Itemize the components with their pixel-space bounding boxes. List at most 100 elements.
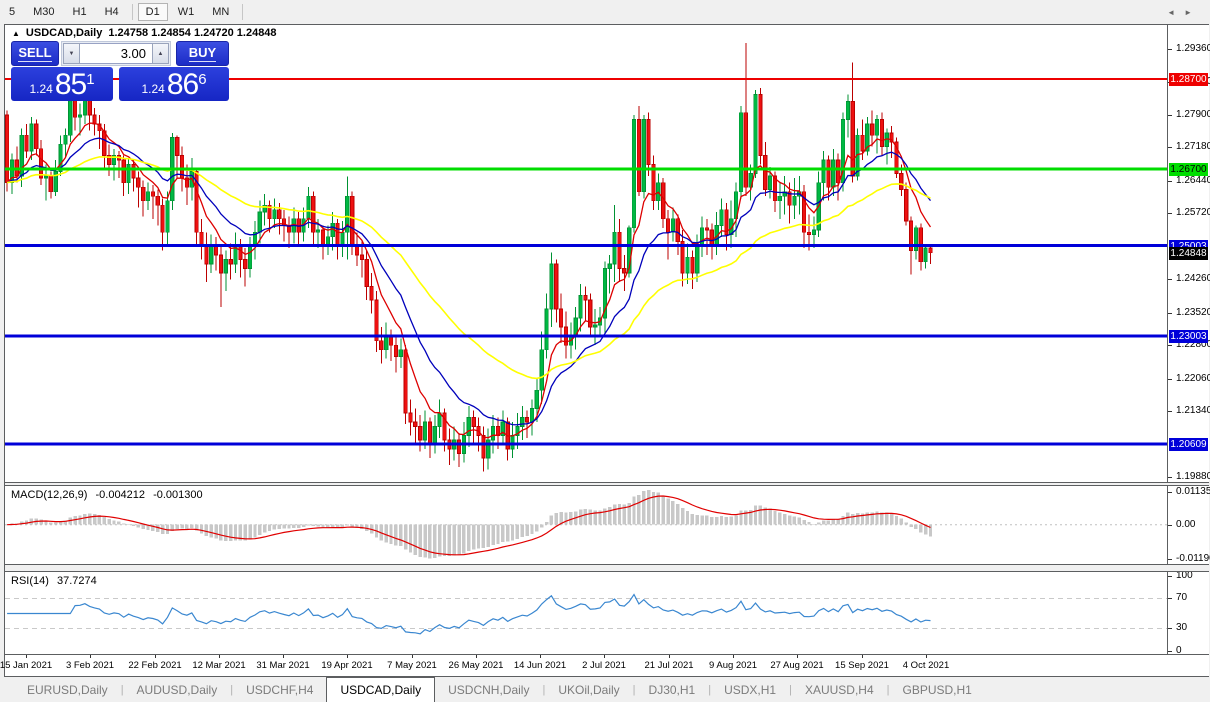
volume-decrease-icon[interactable]: ▼ [63,43,80,64]
macd-histogram-bar [471,524,476,550]
date-tick-mark [90,655,91,658]
tabs-scroll-left-icon[interactable]: ◄ [1167,8,1175,17]
macd-tick-label: -0.011904 [1176,552,1210,564]
scale-tick-mark [1168,147,1172,149]
timeframe-button-h1[interactable]: H1 [65,3,95,21]
candle-body [48,175,53,193]
tab-xauusd-h4[interactable]: XAUUSD,H4 [792,677,887,702]
macd-histogram-bar [787,515,792,525]
panel-splitter[interactable] [5,564,1209,572]
macd-histogram-bar [180,524,184,529]
candle-body [359,254,364,260]
candle-body [272,209,277,220]
candle-body [126,164,131,184]
buy-price-display[interactable]: 1.24 86 6 [119,67,229,101]
level-price-badge: 1.20609 [1169,438,1208,452]
date-label: 27 Aug 2021 [770,660,824,671]
macd-histogram-bar [297,524,301,528]
macd-histogram-bar [185,524,189,529]
chart-ohlc-values: 1.24758 1.24854 1.24720 1.24848 [108,27,277,39]
timeframe-button-5[interactable]: 5 [1,3,23,21]
candle-body [641,119,646,193]
macd-histogram-bar [753,505,758,525]
candle-body [82,98,87,116]
price-scale[interactable]: 1.293601.286401.279001.271801.264401.257… [1168,25,1210,656]
macd-histogram-bar [112,520,116,525]
macd-histogram-bar [88,513,92,525]
macd-histogram-bar [476,524,481,549]
bid-price-badge: 1.24848 [1169,246,1208,260]
macd-histogram-bar [608,506,612,525]
tab-ukoil-daily[interactable]: UKOil,Daily [545,677,632,702]
tab-audusd-daily[interactable]: AUDUSD,Daily [124,677,231,702]
chart-tabs-bar: EURUSD,Daily | AUDUSD,Daily | USDCHF,H4 USDCA… [0,677,1210,702]
date-tick-mark [283,655,284,658]
macd-tick-label: 0.01135 [1176,486,1210,497]
tab-gbpusd-h1[interactable]: GBPUSD,H1 [890,677,985,702]
macd-histogram-bar [783,513,787,525]
tab-scroll-controls: ◄ ► [1167,0,1192,25]
date-label: 19 Apr 2021 [321,660,373,671]
macd-histogram-bar [228,524,233,542]
tab-eurusd-daily[interactable]: EURUSD,Daily [14,677,121,702]
time-axis[interactable]: 15 Jan 2021 3 Feb 2021 22 Feb 2021 12 Mar 2… [0,654,1209,676]
candle-body [121,159,126,184]
macd-histogram-bar [889,513,894,525]
toolbar-separator [242,3,244,20]
macd-name: MACD(12,26,9) [11,489,88,501]
tab-usdx-h1[interactable]: USDX,H1 [711,677,789,702]
sell-button[interactable]: SELL [11,41,59,66]
candle-body [369,286,374,301]
macd-histogram-bar [83,513,87,525]
scale-tick-mark [1168,477,1172,479]
candle-body [155,195,160,206]
macd-histogram-bar [117,521,121,525]
timeframe-button-w1[interactable]: W1 [170,3,203,21]
macd-histogram-bar [525,524,529,536]
timeframe-button-h4[interactable]: H4 [97,3,127,21]
rsi-indicator-canvas[interactable] [5,572,1167,654]
macd-histogram-bar [719,516,724,525]
candle-body [43,175,49,179]
buy-button[interactable]: BUY [176,41,229,66]
candle-body [257,211,262,233]
date-label: 2 Jul 2021 [582,660,626,671]
macd-histogram-bar [894,515,899,525]
macd-histogram-bar [267,524,272,532]
date-tick-mark [862,655,863,658]
tab-usdcad-daily[interactable]: USDCAD,Daily [326,677,436,702]
tab-usdchf-h4[interactable]: USDCHF,H4 [233,677,326,702]
date-label: 4 Oct 2021 [902,660,950,671]
tabs-scroll-right-icon[interactable]: ► [1184,8,1192,17]
timeframe-button-d1[interactable]: D1 [137,2,168,21]
volume-input[interactable] [80,43,152,64]
tab-usdcnh-daily[interactable]: USDCNH,Daily [435,677,542,702]
candle-body [792,195,797,206]
timeframe-button-mn[interactable]: MN [204,3,237,21]
timeframe-button-m30[interactable]: M30 [25,3,62,21]
candle-body [534,389,539,409]
price-tick-label: 1.29360 [1176,43,1210,55]
macd-histogram-bar [384,524,388,543]
tab-dj30-h1[interactable]: DJ30,H1 [636,677,709,702]
macd-histogram-bar [102,516,106,525]
candle-body [928,247,933,254]
candle-body [525,417,530,423]
candle-body [471,417,476,427]
macd-histogram-bar [666,498,670,525]
candle-body [850,100,855,177]
candle-body [466,417,471,436]
date-tick-mark [540,655,541,658]
sell-price-display[interactable]: 1.24 85 1 [11,67,113,101]
price-tick-label: 1.26440 [1176,174,1210,186]
macd-histogram-bar [919,524,923,533]
macd-histogram-bar [486,524,490,548]
symbol-collapse-icon[interactable]: ▲ [12,29,20,38]
volume-increase-icon[interactable]: ▲ [152,43,169,64]
macd-histogram-bar [826,520,831,525]
macd-histogram-bar [646,490,651,525]
candle-body [544,308,549,351]
candle-body [738,112,744,193]
price-tick-label: 1.22060 [1176,372,1210,384]
panel-splitter[interactable] [5,482,1209,486]
